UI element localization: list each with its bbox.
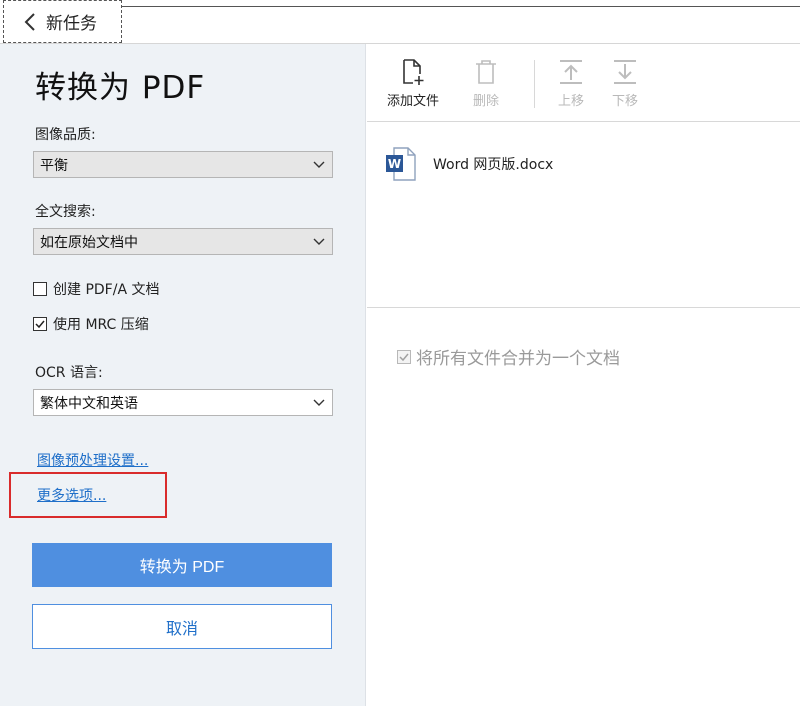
mrc-checkbox-label: 使用 MRC 压缩 xyxy=(53,317,149,333)
checkmark-icon xyxy=(35,320,45,329)
mrc-checkbox[interactable]: 使用 MRC 压缩 xyxy=(33,314,149,334)
file-name: Word 网页版.docx xyxy=(433,157,554,173)
file-list: W Word 网页版.docx xyxy=(367,122,800,308)
fulltext-search-select[interactable]: 如在原始文档中 xyxy=(33,228,333,255)
trash-icon xyxy=(476,60,496,84)
more-options-link[interactable]: 更多选项... xyxy=(37,485,106,505)
convert-to-pdf-button[interactable]: 转换为 PDF xyxy=(32,543,332,587)
file-toolbar: 添加文件 删除 上移 下移 xyxy=(367,44,800,122)
move-up-label: 上移 xyxy=(557,94,584,109)
ocr-language-value: 繁体中文和英语 xyxy=(40,395,138,412)
pdfa-checkbox[interactable]: 创建 PDF/A 文档 xyxy=(33,279,159,299)
image-quality-label: 图像品质: xyxy=(35,127,96,143)
add-file-button[interactable]: 添加文件 xyxy=(387,58,439,109)
back-button-label: 新任务 xyxy=(46,14,97,34)
image-quality-value: 平衡 xyxy=(40,157,68,174)
move-up-icon xyxy=(560,60,582,84)
ocr-language-label: OCR 语言: xyxy=(35,365,103,381)
back-button[interactable]: 新任务 xyxy=(3,0,122,43)
fulltext-search-value: 如在原始文档中 xyxy=(40,234,138,251)
merge-checkbox-box[interactable] xyxy=(397,349,411,364)
word-doc-icon: W xyxy=(386,147,416,181)
merge-checkbox-label: 将所有文件合并为一个文档 xyxy=(416,349,620,369)
top-bar: 新任务 xyxy=(0,0,800,44)
pdfa-checkbox-box[interactable] xyxy=(33,282,47,296)
move-up-button[interactable]: 上移 xyxy=(557,58,585,109)
delete-label: 删除 xyxy=(473,94,500,109)
svg-text:W: W xyxy=(388,157,401,171)
chevron-left-icon xyxy=(24,12,35,31)
cancel-button[interactable]: 取消 xyxy=(32,604,332,649)
ocr-language-select[interactable]: 繁体中文和英语 xyxy=(33,389,333,416)
mrc-checkbox-box[interactable] xyxy=(33,317,47,331)
image-preprocess-link[interactable]: 图像预处理设置... xyxy=(37,450,148,470)
checkmark-icon xyxy=(399,353,409,361)
page-title: 转换为 PDF xyxy=(35,70,206,106)
merge-checkbox[interactable]: 将所有文件合并为一个文档 xyxy=(397,344,620,369)
add-file-icon xyxy=(403,59,424,85)
chevron-down-icon xyxy=(313,399,325,406)
pdfa-checkbox-label: 创建 PDF/A 文档 xyxy=(53,282,160,298)
settings-panel: 转换为 PDF 图像品质: 平衡 全文搜索: 如在原始文档中 创建 PDF/A … xyxy=(0,44,366,706)
add-file-label: 添加文件 xyxy=(387,94,440,109)
chevron-down-icon xyxy=(313,238,325,245)
move-down-label: 下移 xyxy=(611,94,638,109)
toolbar-separator xyxy=(534,60,535,108)
fulltext-search-label: 全文搜索: xyxy=(35,204,96,220)
image-quality-select[interactable]: 平衡 xyxy=(33,151,333,178)
list-item[interactable]: W Word 网页版.docx xyxy=(385,146,553,182)
delete-button[interactable]: 删除 xyxy=(473,58,499,109)
window-border-line xyxy=(122,6,800,7)
move-down-icon xyxy=(614,60,636,84)
move-down-button[interactable]: 下移 xyxy=(611,58,639,109)
chevron-down-icon xyxy=(313,161,325,168)
file-panel: 添加文件 删除 上移 下移 W Word 网页版.docx 将所有文件合并为一个… xyxy=(367,44,800,706)
